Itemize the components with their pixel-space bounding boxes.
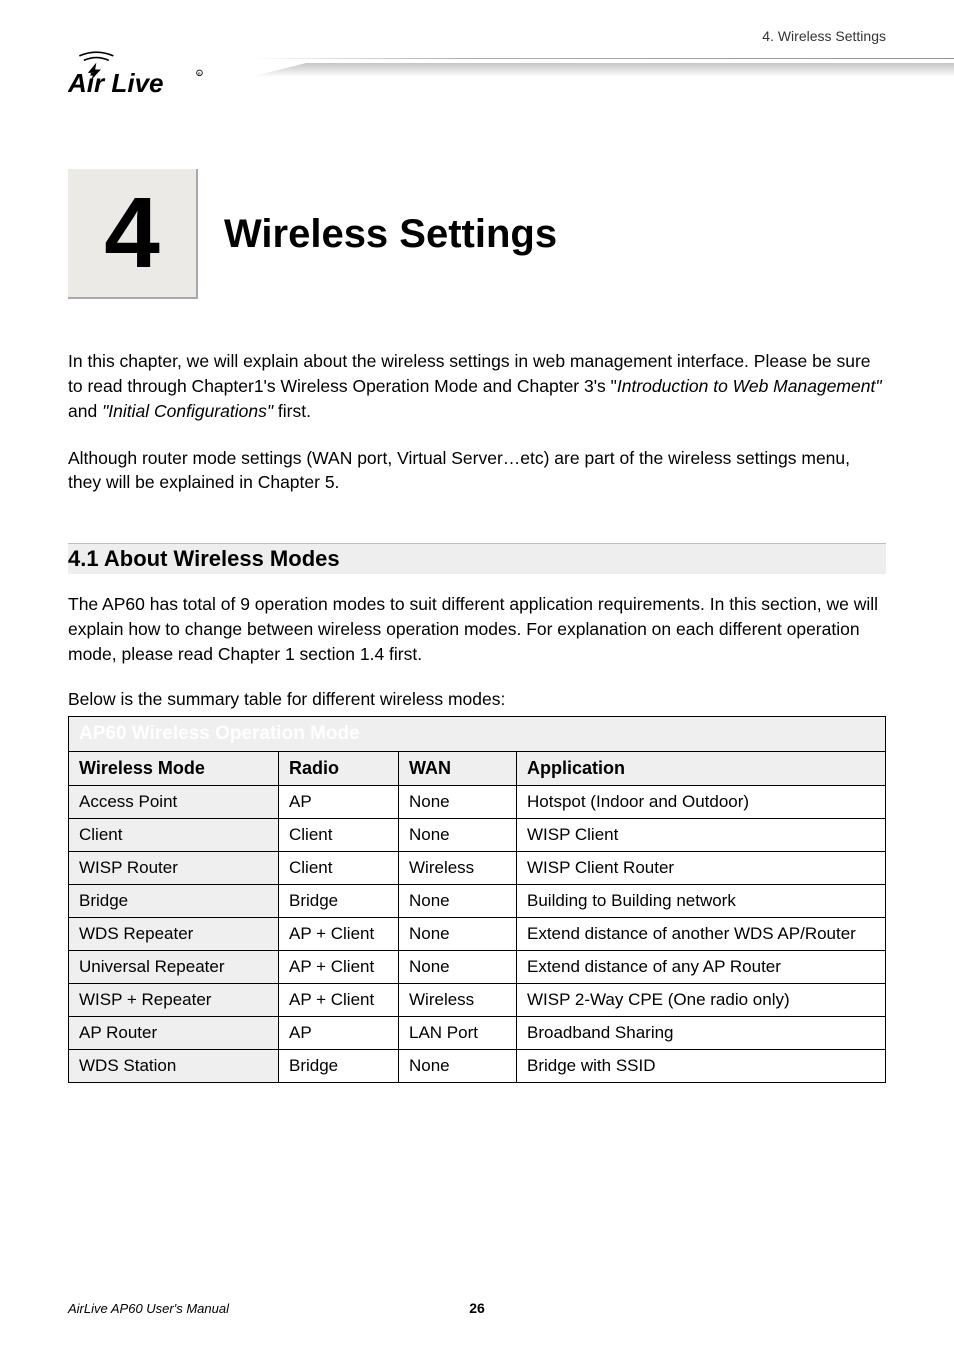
table-cell: AP Router [69, 1016, 279, 1049]
table-cell: Bridge [279, 1049, 399, 1082]
table-row: WISP + RepeaterAP + ClientWirelessWISP 2… [69, 983, 886, 1016]
table-row: Access PointAPNoneHotspot (Indoor and Ou… [69, 785, 886, 818]
table-cell: None [399, 818, 517, 851]
table-cell: Bridge [69, 884, 279, 917]
airlive-logo-icon: Air Live R [68, 44, 238, 104]
table-cell: Wireless [399, 983, 517, 1016]
chapter-title: Wireless Settings [224, 212, 557, 257]
table-cell: None [399, 785, 517, 818]
table-cell: Universal Repeater [69, 950, 279, 983]
table-cell: WISP Router [69, 851, 279, 884]
table-cell: Building to Building network [517, 884, 886, 917]
table-cell: Bridge with SSID [517, 1049, 886, 1082]
section-heading: 4.1 About Wireless Modes [68, 543, 886, 574]
table-cell: Hotspot (Indoor and Outdoor) [517, 785, 886, 818]
table-cell: Client [279, 818, 399, 851]
table-row: WDS StationBridgeNoneBridge with SSID [69, 1049, 886, 1082]
text-run-italic: "Initial Configurations" [102, 401, 273, 421]
table-cell: AP + Client [279, 950, 399, 983]
table-cell: WISP Client Router [517, 851, 886, 884]
table-cell: AP [279, 1016, 399, 1049]
chapter-number-box: 4 [68, 169, 198, 299]
table-row: WISP RouterClientWirelessWISP Client Rou… [69, 851, 886, 884]
svg-text:Air Live: Air Live [68, 68, 164, 98]
table-cell: None [399, 950, 517, 983]
text-run: and [68, 401, 102, 421]
table-title: AP60 Wireless Operation Mode [69, 716, 886, 751]
table-cell: WDS Station [69, 1049, 279, 1082]
table-row: BridgeBridgeNoneBuilding to Building net… [69, 884, 886, 917]
table-cell: Wireless [399, 851, 517, 884]
table-cell: WISP 2-Way CPE (One radio only) [517, 983, 886, 1016]
table-cell: AP + Client [279, 917, 399, 950]
table-row: Universal RepeaterAP + ClientNoneExtend … [69, 950, 886, 983]
table-row: ClientClientNoneWISP Client [69, 818, 886, 851]
table-caption: Below is the summary table for different… [68, 689, 886, 710]
table-cell: None [399, 884, 517, 917]
table-title-row: AP60 Wireless Operation Mode [69, 716, 886, 751]
table-row: AP RouterAPLAN PortBroadband Sharing [69, 1016, 886, 1049]
table-cell: AP [279, 785, 399, 818]
chapter-number: 4 [104, 183, 160, 283]
table-cell: WDS Repeater [69, 917, 279, 950]
table-cell: Client [279, 851, 399, 884]
table-row: WDS RepeaterAP + ClientNoneExtend distan… [69, 917, 886, 950]
footer-page-number: 26 [469, 1300, 485, 1316]
breadcrumb: 4. Wireless Settings [762, 28, 886, 44]
table-cell: Extend distance of any AP Router [517, 950, 886, 983]
text-run-italic: Introduction to Web Management" [617, 376, 882, 396]
col-header-app: Application [517, 751, 886, 785]
intro-paragraph-2: Although router mode settings (WAN port,… [68, 446, 886, 496]
intro-paragraph-1: In this chapter, we will explain about t… [68, 349, 886, 424]
section-paragraph-1: The AP60 has total of 9 operation modes … [68, 592, 886, 667]
page-footer: AirLive AP60 User's Manual 26 [68, 1301, 886, 1316]
svg-text:R: R [198, 71, 201, 76]
table-cell: None [399, 917, 517, 950]
table-cell: AP + Client [279, 983, 399, 1016]
table-header-row: Wireless Mode Radio WAN Application [69, 751, 886, 785]
header-decoration [250, 58, 954, 100]
footer-manual-title: AirLive AP60 User's Manual [68, 1301, 229, 1316]
table-cell: None [399, 1049, 517, 1082]
table-cell: Broadband Sharing [517, 1016, 886, 1049]
table-cell: Extend distance of another WDS AP/Router [517, 917, 886, 950]
col-header-mode: Wireless Mode [69, 751, 279, 785]
text-run: first. [273, 401, 311, 421]
table-cell: LAN Port [399, 1016, 517, 1049]
table-cell: WISP Client [517, 818, 886, 851]
table-cell: Client [69, 818, 279, 851]
wireless-modes-table: AP60 Wireless Operation Mode Wireless Mo… [68, 716, 886, 1083]
col-header-wan: WAN [399, 751, 517, 785]
table-cell: Bridge [279, 884, 399, 917]
table-cell: WISP + Repeater [69, 983, 279, 1016]
table-cell: Access Point [69, 785, 279, 818]
col-header-radio: Radio [279, 751, 399, 785]
